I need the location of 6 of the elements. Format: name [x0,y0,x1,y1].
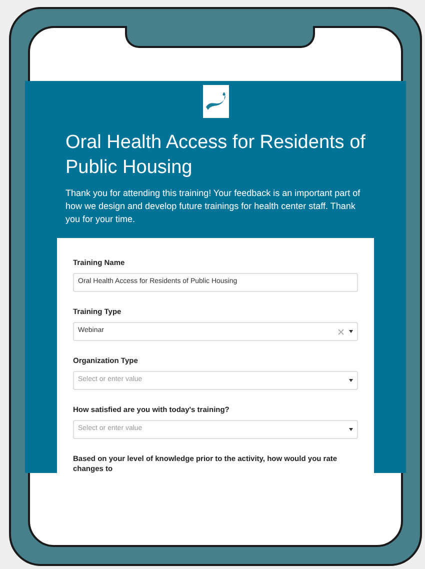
intro-text: Thank you for attending this training! Your feedback is an important part of how we design and develop future trainings for health center staff. Thank you for your time. [66,187,362,226]
hand-logo-icon [202,85,228,118]
form-title: Oral Health Access for Residents of Public Housing [66,131,366,180]
dropdown-caret-icon[interactable] [349,428,353,431]
dropdown-caret-icon[interactable] [349,379,353,382]
dropdown-caret-icon[interactable] [349,330,353,333]
